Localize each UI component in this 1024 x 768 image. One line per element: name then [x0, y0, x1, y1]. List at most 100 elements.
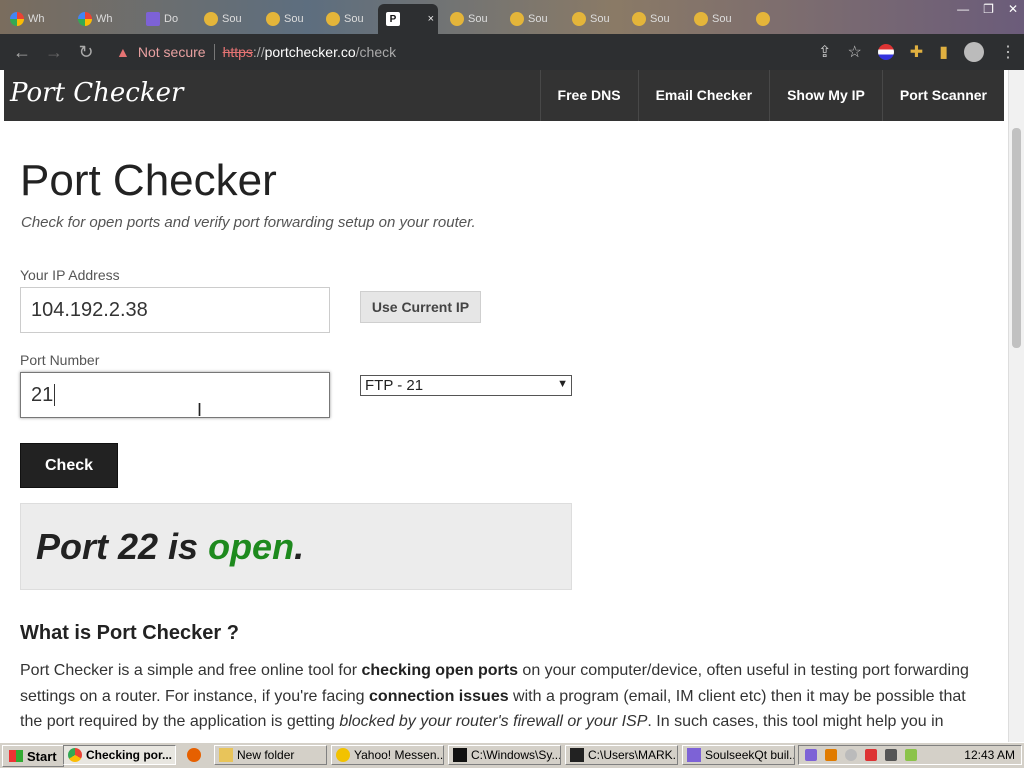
url-host: portchecker.co: [264, 44, 356, 60]
address-bar[interactable]: ▲ Not secure https://portchecker.co/chec…: [116, 38, 716, 66]
nav-free-dns[interactable]: Free DNS: [539, 70, 638, 121]
use-current-ip-button[interactable]: Use Current IP: [360, 291, 481, 323]
taskbar-item-chrome[interactable]: Checking por...: [63, 745, 176, 765]
window-controls: — ❐ ✕: [957, 2, 1018, 16]
browser-tab[interactable]: Sou: [318, 6, 370, 32]
soulseek-tray-icon[interactable]: [805, 749, 817, 761]
close-tab-icon[interactable]: ×: [428, 13, 434, 25]
divider: [213, 44, 215, 60]
nav-show-my-ip[interactable]: Show My IP: [769, 70, 882, 121]
soulseek-icon: [146, 12, 160, 26]
url-scheme: https: [222, 44, 253, 60]
extension-flag-icon[interactable]: [877, 44, 894, 60]
site-nav-links: Free DNS Email Checker Show My IP Port S…: [539, 70, 1004, 121]
close-window-icon[interactable]: ✕: [1008, 2, 1018, 16]
browser-tab[interactable]: Do: [138, 6, 190, 32]
description-paragraph: Port Checker is a simple and free online…: [20, 662, 969, 730]
reload-icon[interactable]: ↻: [76, 42, 96, 62]
url[interactable]: https://portchecker.co/check: [223, 44, 397, 60]
port-input[interactable]: 21: [20, 372, 330, 418]
volume-icon[interactable]: [885, 749, 897, 761]
browser-tab[interactable]: Sou: [258, 6, 310, 32]
section-title: What is Port Checker ?: [20, 622, 239, 644]
firefox-icon[interactable]: [187, 748, 201, 762]
check-button[interactable]: Check: [20, 443, 118, 488]
browser-tab[interactable]: Sou: [624, 6, 676, 32]
portchecker-favicon: P: [386, 12, 400, 26]
browser-tab[interactable]: Wh: [70, 6, 122, 32]
menu-kebab-icon[interactable]: ⋮: [1000, 42, 1016, 62]
sidepanel-icon[interactable]: ▮: [939, 42, 948, 62]
back-icon[interactable]: ←: [12, 42, 32, 62]
browser-toolbar: ← → ↻ ▲ Not secure https://portchecker.c…: [0, 34, 1024, 70]
chevron-down-icon: ▼: [557, 378, 568, 390]
search-tray-icon[interactable]: [825, 749, 837, 761]
7zip-icon: [570, 748, 584, 762]
result-box: Port 22 is open.: [20, 503, 572, 590]
maximize-icon[interactable]: ❐: [983, 2, 994, 16]
windows-logo-icon: [9, 750, 23, 762]
soulseek-icon: [326, 12, 340, 26]
yahoo-messenger-icon: [336, 748, 350, 762]
port-label: Port Number: [20, 352, 100, 368]
browser-tab-active[interactable]: P ×: [378, 4, 438, 34]
cmd-icon: [453, 748, 467, 762]
site-navbar: Port Checker Free DNS Email Checker Show…: [4, 70, 1004, 121]
ip-input[interactable]: 104.192.2.38: [20, 287, 330, 333]
browser-tab[interactable]: Sou: [564, 6, 616, 32]
google-icon: [10, 12, 24, 26]
page-viewport: Port Checker Free DNS Email Checker Show…: [0, 70, 1008, 742]
browser-tab[interactable]: Sou: [196, 6, 248, 32]
page-scrollbar[interactable]: [1008, 70, 1024, 742]
page-subtitle: Check for open ports and verify port for…: [21, 214, 476, 231]
nav-email-checker[interactable]: Email Checker: [637, 70, 770, 121]
ip-label: Your IP Address: [20, 267, 120, 283]
taskbar-item-folder[interactable]: New folder: [214, 745, 327, 765]
soulseek-icon: [572, 12, 586, 26]
soulseek-icon: [510, 12, 524, 26]
tray-status-icon[interactable]: [905, 749, 917, 761]
result-status: open: [208, 525, 295, 567]
security-status[interactable]: Not secure: [138, 44, 206, 60]
taskbar-item-soulseek[interactable]: SoulseekQt buil...: [682, 745, 795, 765]
profile-avatar-icon[interactable]: [964, 42, 984, 62]
site-logo[interactable]: Port Checker: [10, 78, 183, 108]
network-tray-icon[interactable]: [865, 749, 877, 761]
soulseek-icon: [204, 12, 218, 26]
google-icon: [78, 12, 92, 26]
port-preset-select[interactable]: FTP - 21 ▼: [360, 375, 572, 396]
system-tray: 12:43 AM: [798, 745, 1022, 765]
soulseek-icon: [632, 12, 646, 26]
taskbar-item-7zip[interactable]: C:\Users\MARK...: [565, 745, 678, 765]
taskbar-item-yahoo[interactable]: Yahoo! Messen...: [331, 745, 444, 765]
minimize-icon[interactable]: —: [957, 2, 969, 16]
nav-port-scanner[interactable]: Port Scanner: [881, 70, 1004, 121]
warning-icon: ▲: [116, 44, 130, 60]
browser-tab[interactable]: [748, 6, 800, 32]
browser-tab[interactable]: Sou: [502, 6, 554, 32]
clock[interactable]: 12:43 AM: [964, 748, 1015, 762]
taskbar: Start Checking por... New folder Yahoo! …: [0, 742, 1024, 768]
forward-icon[interactable]: →: [44, 42, 64, 62]
extensions-puzzle-icon[interactable]: ✚: [910, 42, 923, 62]
browser-tab[interactable]: Wh: [2, 6, 54, 32]
browser-tab[interactable]: Sou: [442, 6, 494, 32]
browser-tab[interactable]: Sou: [686, 6, 738, 32]
soulseek-icon: [694, 12, 708, 26]
result-text: Port 22 is open.: [36, 525, 305, 567]
soulseek-icon: [687, 748, 701, 762]
taskbar-item-cmd[interactable]: C:\Windows\Sy...: [448, 745, 561, 765]
share-icon[interactable]: ⇪: [818, 42, 831, 62]
start-button[interactable]: Start: [2, 745, 64, 767]
page-title: Port Checker: [20, 156, 277, 205]
bookmark-star-icon[interactable]: ☆: [847, 42, 861, 62]
soulseek-icon: [450, 12, 464, 26]
ibeam-cursor-icon: Ι: [197, 400, 203, 420]
tray-app-icon[interactable]: [845, 749, 857, 761]
soulseek-icon: [756, 12, 770, 26]
browser-tabstrip: Wh Wh Do Sou Sou Sou P × Sou Sou Sou Sou …: [0, 0, 1024, 34]
scrollbar-thumb[interactable]: [1012, 128, 1021, 348]
text-caret: [54, 384, 56, 406]
soulseek-icon: [266, 12, 280, 26]
folder-icon: [219, 748, 233, 762]
